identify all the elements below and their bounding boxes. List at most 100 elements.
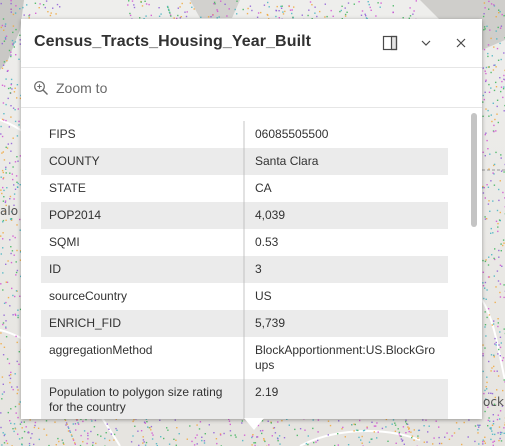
map-dot [15, 175, 18, 177]
map-dot [0, 412, 2, 414]
map-dot [215, 438, 218, 440]
map-dot [495, 341, 497, 344]
map-dot [381, 427, 384, 430]
close-button[interactable] [449, 31, 473, 55]
map-dot [288, 424, 290, 426]
map-dot [77, 423, 80, 425]
map-dot [243, 434, 246, 436]
map-dot [291, 12, 293, 15]
map-dot [273, 427, 276, 429]
map-dot [500, 243, 502, 245]
map-dot [369, 6, 371, 9]
map-dot [12, 235, 14, 237]
map-dot [196, 424, 198, 426]
scrollbar-thumb[interactable] [471, 113, 477, 227]
map-dot [394, 430, 397, 432]
map-dot [482, 271, 484, 273]
map-dot [12, 137, 14, 139]
collapse-button[interactable] [414, 31, 438, 55]
map-dot [43, 428, 45, 430]
map-dot [185, 15, 188, 18]
map-dot [2, 64, 5, 66]
map-dot [484, 324, 487, 326]
map-dot [10, 142, 13, 145]
map-dot [467, 436, 469, 438]
map-dot [18, 438, 21, 440]
map-dot [490, 114, 492, 116]
zoom-in-icon [34, 81, 48, 95]
map-dot [191, 6, 193, 8]
map-dot [5, 440, 8, 442]
map-dot [77, 422, 79, 424]
map-dot [74, 423, 77, 425]
map-dot [498, 188, 500, 191]
map-dot [491, 430, 493, 432]
map-dot [13, 198, 15, 200]
map-dot [270, 422, 272, 424]
map-dot [17, 160, 19, 162]
map-dot [368, 3, 370, 6]
map-dot [373, 425, 376, 427]
close-icon [456, 38, 466, 48]
map-dot [146, 421, 148, 423]
map-dot [10, 218, 12, 221]
map-dot [208, 424, 210, 426]
map-dot [492, 232, 494, 234]
map-dot [196, 434, 198, 436]
map-dot [2, 219, 5, 222]
map-dot [487, 308, 490, 310]
map-dot [305, 442, 308, 445]
map-dot [252, 434, 254, 436]
map-dot [417, 435, 419, 437]
map-dot [491, 424, 494, 426]
map-dot [277, 438, 279, 440]
map-dot [216, 9, 218, 11]
map-dot [10, 422, 12, 425]
dock-button[interactable] [378, 31, 402, 55]
map-dot [55, 13, 57, 15]
map-dot [69, 431, 72, 433]
map-dot [16, 97, 18, 99]
map-dot [392, 419, 395, 421]
map-dot [2, 186, 4, 189]
map-dot [18, 58, 20, 60]
map-dot [500, 440, 503, 442]
map-dot [58, 440, 60, 443]
map-dot [482, 187, 484, 189]
map-dot [502, 357, 505, 359]
map-dot [15, 412, 17, 414]
map-dot [145, 441, 148, 444]
map-dot [493, 365, 495, 368]
field-key: Population to polygon size rating for th… [41, 379, 245, 419]
map-dot [10, 11, 12, 13]
map-dot [0, 176, 2, 178]
map-dot [132, 435, 134, 437]
map-dot [147, 426, 149, 428]
map-dot [17, 314, 19, 317]
map-dot [455, 422, 458, 424]
map-dot [358, 1, 360, 3]
map-dot [490, 71, 492, 74]
map-dot [87, 432, 89, 434]
map-dot [72, 423, 74, 425]
map-dot [17, 309, 19, 311]
map-dot [499, 211, 501, 214]
map-dot [499, 355, 501, 357]
map-dot [38, 438, 40, 441]
map-dot [0, 125, 2, 128]
map-dot [11, 88, 13, 90]
map-dot [3, 61, 6, 63]
map-dot [316, 15, 318, 18]
field-value: US [255, 289, 272, 303]
map-dot [496, 389, 498, 391]
zoom-to-button[interactable]: Zoom to [33, 78, 107, 98]
map-dot [497, 280, 500, 282]
map-dot [361, 10, 364, 12]
map-dot [485, 386, 487, 388]
map-dot [503, 242, 505, 244]
map-dot [291, 9, 293, 11]
map-dot [497, 322, 499, 324]
map-dot [12, 428, 14, 430]
map-dot [1, 393, 4, 395]
map-dot [426, 441, 428, 443]
